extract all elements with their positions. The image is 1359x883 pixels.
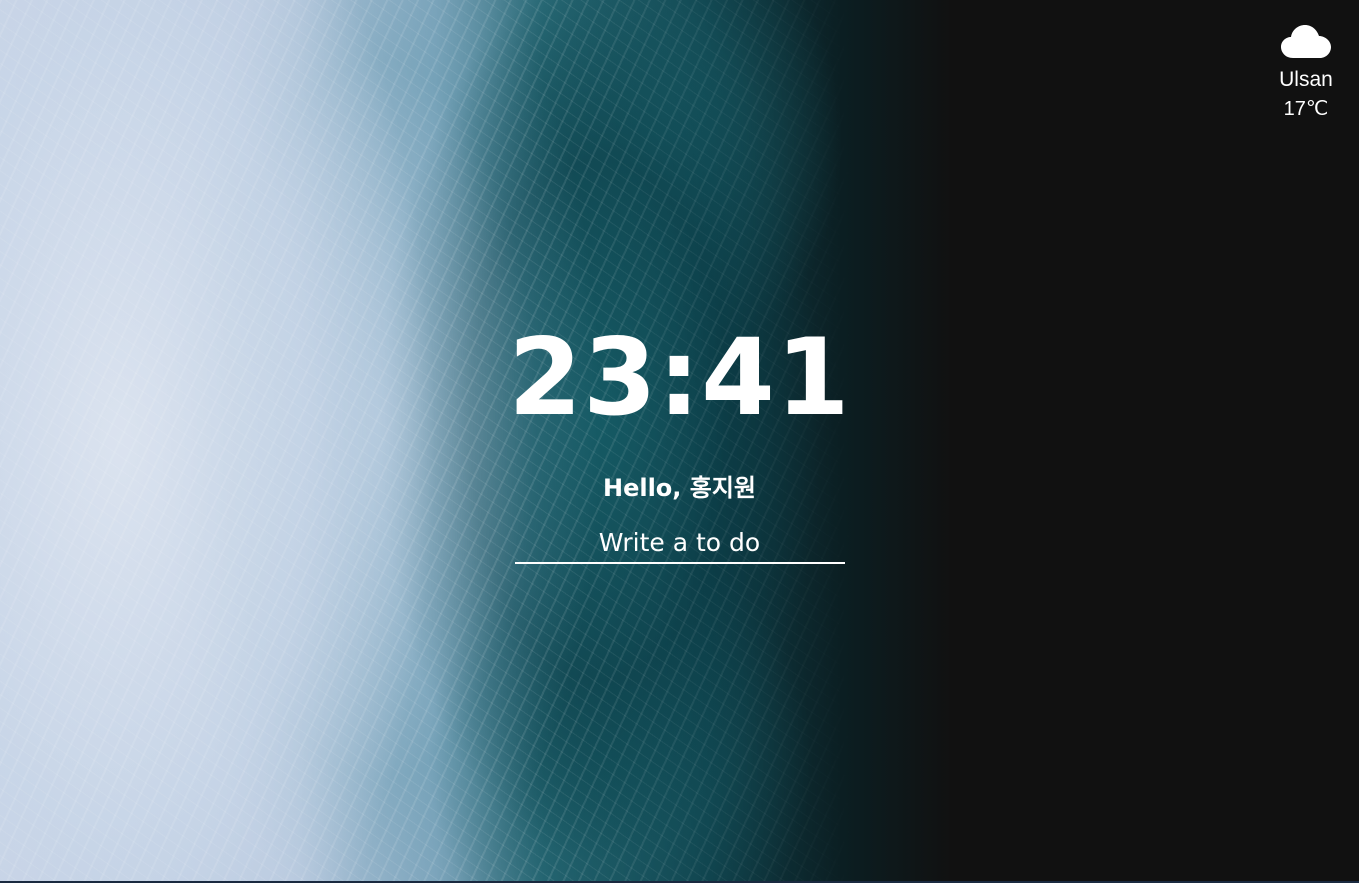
main-content: 23:41 Hello, 홍지원 — [0, 318, 1359, 564]
weather-city: Ulsan — [1279, 68, 1333, 91]
todo-input[interactable] — [514, 526, 845, 564]
todo-form — [514, 526, 845, 564]
clock: 23:41 — [508, 316, 851, 439]
greeting: Hello, 홍지원 — [602, 474, 757, 502]
weather-widget: Ulsan 17℃ — [1271, 22, 1341, 124]
cloud-icon — [1281, 25, 1331, 58]
new-tab-page: Ulsan 17℃ 23:41 Hello, 홍지원 — [0, 0, 1359, 883]
weather-temperature: 17℃ — [1283, 98, 1329, 120]
